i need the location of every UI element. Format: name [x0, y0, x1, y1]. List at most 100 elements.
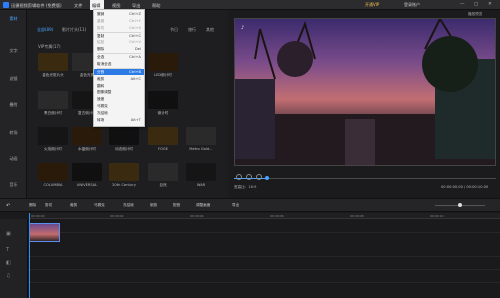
edit-menu-item[interactable]: 复制 Ctrl+C	[97, 34, 141, 40]
menu-item-shortcut: Ctrl+B	[129, 70, 141, 74]
text-track[interactable]	[28, 245, 500, 257]
edit-menu-item[interactable]: 全选 Ctrl+A	[97, 55, 141, 61]
menu-view[interactable]: 视图	[112, 3, 120, 9]
sidebar-item-overlay[interactable]: 叠附	[0, 102, 27, 108]
video-track-icon: ▣	[6, 231, 11, 237]
template-thumbnail[interactable]	[186, 127, 216, 145]
app-logo-icon	[3, 2, 9, 8]
tab-travel[interactable]: 旅行	[188, 27, 196, 33]
tab-festival[interactable]: 节日	[170, 27, 178, 33]
freeze-frame-button[interactable]: 冻结帧	[123, 203, 134, 208]
edit-menu-item[interactable]: 裁剪 Alt+C	[97, 77, 141, 83]
menu-item-label: 撤销	[97, 12, 105, 16]
edit-menu-item[interactable]: 分割 Ctrl+B	[97, 70, 141, 76]
video-track[interactable]	[28, 221, 500, 233]
edit-menu-item[interactable]: 粘贴 Ctrl+V	[97, 40, 141, 46]
sidebar-item-text[interactable]: 文字	[0, 48, 27, 54]
voiceover-button[interactable]: 配音	[173, 203, 180, 208]
app-title: 迅捷视频剪辑软件 (免费版)	[11, 2, 62, 8]
menu-item-label: 剪切	[97, 25, 105, 30]
mosaic-button[interactable]: 马赛克	[94, 203, 105, 208]
music-track-icon: ♫	[6, 273, 11, 279]
menu-item-shortcut: Ctrl+X	[129, 25, 141, 30]
vip-button[interactable]: 开通VIP	[365, 2, 379, 8]
menu-export[interactable]: 导出	[132, 3, 140, 9]
crop-button[interactable]: 裁剪	[70, 203, 77, 208]
menu-item-label: 裁剪	[97, 76, 105, 81]
template-thumbnail[interactable]	[148, 163, 178, 181]
overlay-track[interactable]	[28, 258, 500, 270]
template-thumbnail[interactable]	[72, 163, 102, 181]
edit-menu-item[interactable]: 冻结帧	[97, 111, 141, 117]
menu-item-label: 全选	[97, 55, 105, 60]
zoom-handle[interactable]	[458, 203, 462, 207]
template-thumbnail[interactable]	[109, 163, 139, 181]
overlay-track-icon: ◧	[6, 260, 11, 266]
template-label: 水晶倒计时	[78, 147, 96, 151]
template-thumbnail[interactable]	[38, 127, 68, 145]
template-label: 火焰倒计时	[44, 147, 62, 151]
sidebar-item-media[interactable]: 素材	[0, 16, 27, 22]
template-thumbnail[interactable]	[148, 53, 178, 71]
reverse-button[interactable]: 倒放	[150, 203, 157, 208]
template-thumbnail[interactable]	[38, 163, 68, 181]
edit-menu-item[interactable]: 重做 Ctrl+Y	[97, 19, 141, 25]
template-thumbnail[interactable]	[38, 91, 68, 109]
adjust-button[interactable]: 调整画面	[196, 203, 210, 208]
edit-menu-item[interactable]: 马赛克	[97, 104, 141, 110]
menu-item-label: 速度	[97, 97, 105, 102]
sidebar-item-filter[interactable]: 滤镜	[0, 76, 27, 82]
template-label: 黑白倒计时	[44, 111, 62, 115]
template-thumbnail[interactable]	[38, 53, 68, 71]
export-button[interactable]: 导出	[232, 203, 239, 208]
login-account-button[interactable]: 登录账户	[404, 2, 420, 8]
edit-menu-item[interactable]: 剪切 Ctrl+X	[97, 26, 141, 32]
menu-item-shortcut: Ctrl+C	[129, 33, 141, 38]
edit-menu-item[interactable]: 撤销 Ctrl+Z	[97, 12, 141, 18]
menu-item-label: 粘贴	[97, 40, 105, 45]
edit-menu-item[interactable]: 删除 Del	[97, 47, 141, 53]
edit-menu-item[interactable]: 速度	[97, 97, 141, 103]
play-icon[interactable]	[236, 174, 242, 180]
delete-button[interactable]: 删除	[29, 203, 36, 208]
stop-icon[interactable]	[246, 174, 252, 180]
music-track[interactable]	[28, 271, 500, 283]
tab-intro[interactable]: 影片片头(11)	[62, 27, 86, 33]
aspect-ratio-label[interactable]: 宽高比：16:9	[234, 185, 256, 190]
sidebar-item-animation[interactable]: 动画	[0, 156, 27, 162]
seek-bar[interactable]	[234, 178, 496, 179]
menu-help[interactable]: 帮助	[152, 3, 160, 9]
menu-edit[interactable]: 编辑	[92, 3, 100, 9]
template-thumbnail[interactable]	[148, 127, 178, 145]
tab-all[interactable]: 全部(89)	[37, 27, 53, 33]
close-icon[interactable]: ✕	[488, 2, 492, 7]
edit-menu-item[interactable]: 图像调整	[97, 90, 141, 96]
template-thumbnail[interactable]	[186, 163, 216, 181]
video-clip[interactable]	[29, 223, 60, 242]
minimize-icon[interactable]: —	[460, 2, 465, 7]
vip-section-label: VIP专属(17)	[38, 44, 61, 49]
sidebar-item-music[interactable]: 音乐	[0, 182, 27, 188]
edit-menu-item[interactable]: 翻转	[97, 84, 141, 90]
sidebar-item-transition[interactable]: 转场	[0, 130, 27, 136]
template-thumbnail[interactable]	[72, 127, 102, 145]
template-label: FOGE	[158, 147, 168, 151]
menu-item-shortcut: Alt+C	[130, 76, 141, 81]
ruler-label: 00:00:06	[270, 213, 284, 218]
ruler-label: 00:00:10	[430, 213, 444, 218]
menu-item-label: 取消全选	[97, 62, 112, 66]
menu-file[interactable]: 文件	[74, 3, 82, 9]
menu-item-shortcut: Alt+T	[130, 117, 141, 122]
tab-other[interactable]: 其他	[206, 27, 214, 33]
seek-handle[interactable]	[265, 176, 269, 180]
edit-menu-item[interactable]: 取消全选	[97, 62, 141, 68]
template-thumbnail[interactable]	[148, 91, 178, 109]
volume-icon[interactable]	[256, 174, 262, 180]
template-thumbnail[interactable]	[109, 127, 139, 145]
maximize-icon[interactable]: □	[474, 2, 478, 7]
undo-icon[interactable]: ↶	[6, 203, 10, 209]
edit-menu-item[interactable]: 转场 Alt+T	[97, 118, 141, 124]
text-track-icon: T	[6, 247, 10, 253]
playhead[interactable]	[29, 213, 30, 298]
split-button[interactable]: 剪切	[45, 203, 52, 208]
